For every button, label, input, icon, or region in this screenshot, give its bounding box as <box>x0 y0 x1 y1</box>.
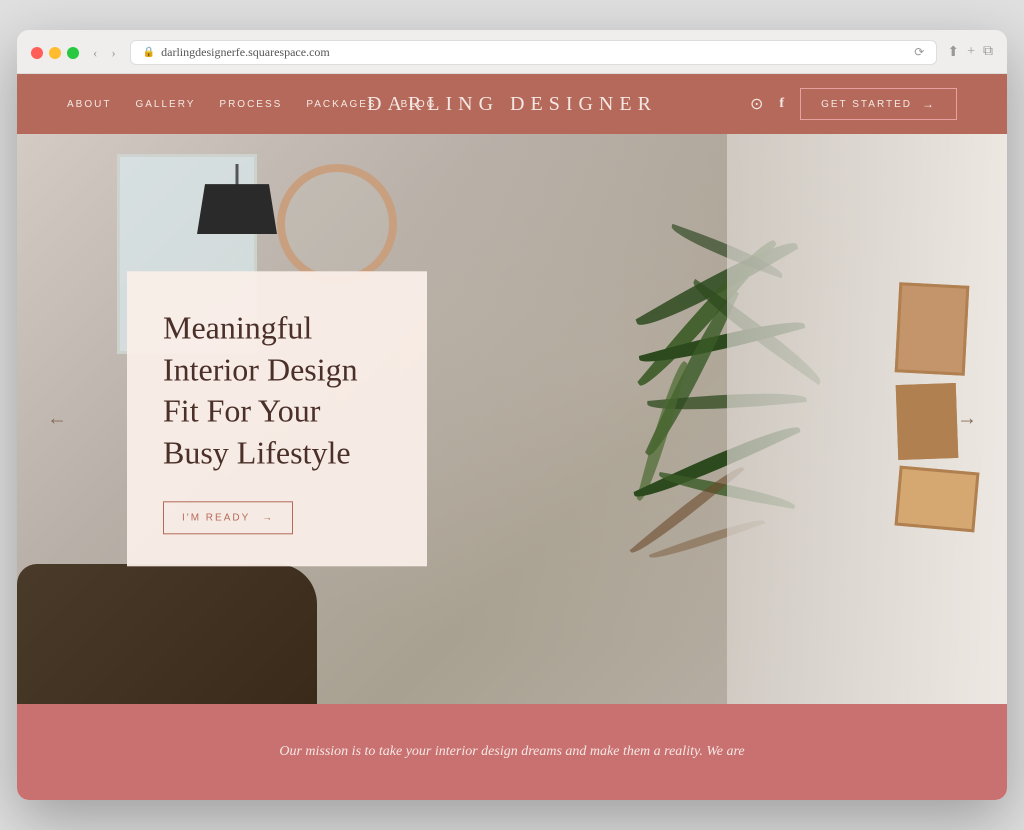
maximize-button[interactable] <box>67 47 79 59</box>
nav-link-gallery[interactable]: GALLERY <box>135 99 195 110</box>
mirror-decor <box>277 164 397 284</box>
hero-card: Meaningful Interior Design Fit For Your … <box>127 271 427 566</box>
traffic-lights <box>31 47 79 59</box>
lock-icon: 🔒 <box>143 47 155 58</box>
frame-2 <box>896 383 959 460</box>
back-button[interactable]: ‹ <box>89 43 101 63</box>
mission-section: Our mission is to take your interior des… <box>17 704 1007 800</box>
minimize-button[interactable] <box>49 47 61 59</box>
nav-link-packages[interactable]: PACKAGES <box>306 99 376 110</box>
navigation: ABOUT GALLERY PROCESS PACKAGES BLOG DARL… <box>17 74 1007 134</box>
new-tab-icon[interactable]: + <box>967 44 975 61</box>
instagram-icon[interactable]: ⊙ <box>750 94 763 114</box>
im-ready-button[interactable]: I'M READY → <box>163 502 293 535</box>
browser-actions: ⬆ + ⧉ <box>947 44 993 61</box>
browser-chrome: ‹ › 🔒 darlingdesignerfe.squarespace.com … <box>17 30 1007 74</box>
facebook-icon[interactable]: f <box>779 96 784 112</box>
hero-next-button[interactable]: → <box>957 408 977 431</box>
nav-link-process[interactable]: PROCESS <box>219 99 282 110</box>
close-button[interactable] <box>31 47 43 59</box>
couch-decor <box>17 564 317 704</box>
tabs-icon[interactable]: ⧉ <box>983 44 993 61</box>
hero-section: ← → Meaningful Interior Design Fit For Y… <box>17 134 1007 704</box>
browser-controls: ‹ › <box>89 43 120 63</box>
share-icon[interactable]: ⬆ <box>947 44 959 61</box>
nav-link-about[interactable]: ABOUT <box>67 99 111 110</box>
nav-brand[interactable]: DARLING DESIGNER <box>367 93 657 116</box>
forward-button[interactable]: › <box>107 43 119 63</box>
frame-1 <box>895 282 970 376</box>
address-bar[interactable]: 🔒 darlingdesignerfe.squarespace.com ⟳ <box>130 40 938 65</box>
website: ABOUT GALLERY PROCESS PACKAGES BLOG DARL… <box>17 74 1007 800</box>
frame-3 <box>895 466 980 533</box>
get-started-button[interactable]: GET STARTED → <box>800 88 957 120</box>
url-text: darlingdesignerfe.squarespace.com <box>161 45 330 60</box>
nav-right: ⊙ f GET STARTED → <box>750 88 957 120</box>
hero-prev-button[interactable]: ← <box>47 408 67 431</box>
mission-text: Our mission is to take your interior des… <box>279 740 744 764</box>
hero-heading: Meaningful Interior Design Fit For Your … <box>163 307 391 473</box>
reload-button[interactable]: ⟳ <box>914 45 924 60</box>
lamp-decor <box>197 164 277 254</box>
frames-area <box>897 284 977 529</box>
lamp-shade <box>197 184 277 234</box>
browser-window: ‹ › 🔒 darlingdesignerfe.squarespace.com … <box>17 30 1007 800</box>
